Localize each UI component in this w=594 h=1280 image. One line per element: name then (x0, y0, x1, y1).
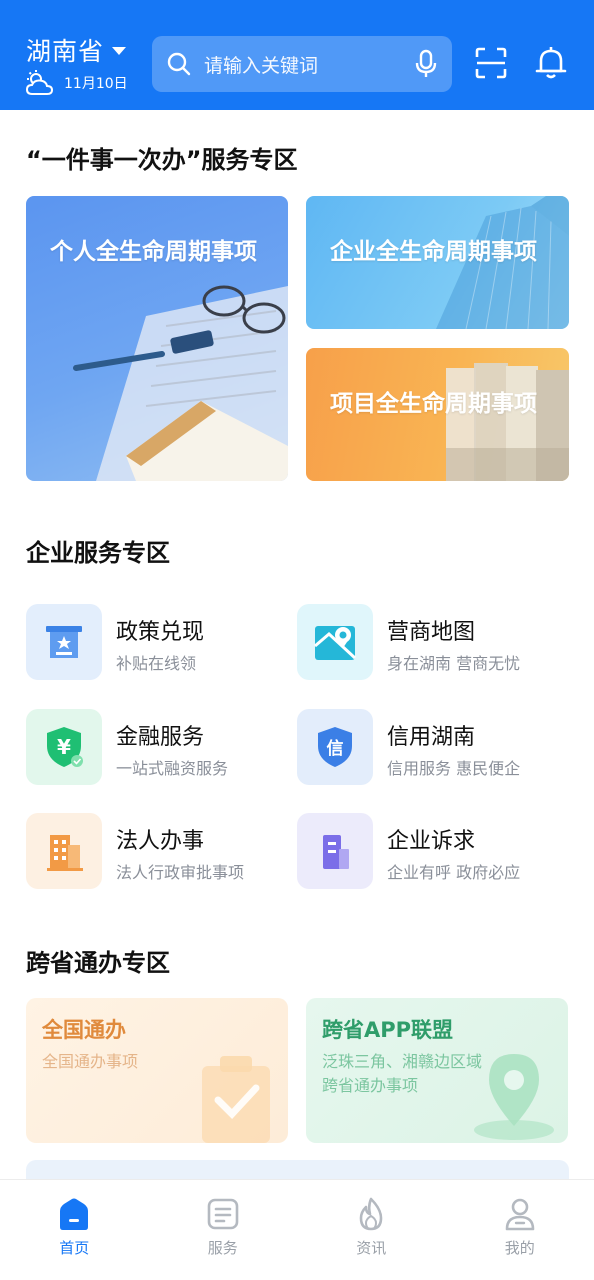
national-service-card[interactable]: 全国通办 全国通办事项 (26, 998, 288, 1143)
nav-profile[interactable]: 我的 (446, 1180, 594, 1280)
document-list-icon (207, 1198, 239, 1230)
service-title: 金融服务 (116, 725, 205, 750)
service-credit-hunan[interactable]: 信 信用湖南 信用服务 惠民便企 (297, 709, 567, 789)
service-subtitle: 补贴在线领 (116, 654, 197, 673)
flame-icon (359, 1197, 383, 1231)
service-title: 企业诉求 (387, 829, 476, 854)
personal-lifecycle-card[interactable]: 个人全生命周期事项 (26, 196, 288, 481)
section-title-one-thing: “一件事一次办”服务专区 (26, 146, 298, 174)
service-legal-person[interactable]: 法人办事 法人行政审批事项 (26, 813, 296, 893)
service-subtitle: 法人行政审批事项 (116, 863, 245, 882)
enterprise-lifecycle-card[interactable]: 企业全生命周期事项 (306, 196, 569, 329)
bell-icon[interactable] (535, 46, 567, 80)
nav-services-label: 服务 (207, 1239, 238, 1257)
service-subtitle: 一站式融资服务 (116, 759, 229, 778)
user-icon (505, 1198, 535, 1231)
building-icon (26, 813, 102, 889)
section-title-cross-province: 跨省通办专区 (26, 949, 170, 977)
date-text: 11月10日 (64, 76, 128, 92)
service-finance[interactable]: ¥ 金融服务 一站式融资服务 (26, 709, 296, 789)
service-policy[interactable]: 政策兑现 补贴在线领 (26, 604, 296, 684)
caret-down-icon (112, 47, 127, 55)
enterprise-lifecycle-label: 企业全生命周期事项 (330, 239, 537, 265)
personal-lifecycle-label: 个人全生命周期事项 (50, 239, 257, 265)
service-subtitle: 信用服务 惠民便企 (387, 759, 521, 778)
credit-shield-icon: 信 (297, 709, 373, 785)
service-enterprise-appeal[interactable]: 企业诉求 企业有呼 政府必应 (297, 813, 567, 893)
svg-text:¥: ¥ (57, 735, 71, 759)
app-alliance-title: 跨省APP联盟 (322, 1018, 454, 1042)
region-selector[interactable]: 湖南省 (26, 32, 127, 68)
national-service-subtitle: 全国通办事项 (42, 1052, 139, 1071)
service-title: 法人办事 (116, 829, 205, 854)
scan-icon[interactable] (474, 46, 508, 80)
yuan-shield-icon: ¥ (26, 709, 102, 785)
bottom-navigation: 首页 服务 资讯 我的 (0, 1179, 594, 1280)
project-lifecycle-card[interactable]: 项目全生命周期事项 (306, 348, 569, 481)
svg-text:信: 信 (327, 738, 344, 759)
nav-home[interactable]: 首页 (0, 1180, 149, 1280)
search-bar[interactable]: 请输入关键词 (152, 36, 452, 92)
home-icon (60, 1198, 89, 1230)
policy-award-icon (26, 604, 102, 680)
search-icon (167, 52, 191, 76)
service-subtitle: 身在湖南 营商无忧 (387, 654, 521, 673)
national-service-title: 全国通办 (42, 1018, 126, 1042)
app-alliance-card[interactable]: 跨省APP联盟 泛珠三角、湘赣边区域跨省通办事项 (306, 998, 568, 1143)
top-header: 湖南省 11月10日 请输入关键词 (0, 0, 594, 110)
region-name: 湖南省 (26, 37, 105, 66)
service-subtitle: 企业有呼 政府必应 (387, 863, 521, 882)
service-title: 政策兑现 (116, 620, 205, 645)
enterprise-building-icon (297, 813, 373, 889)
nav-news[interactable]: 资讯 (297, 1180, 446, 1280)
nav-news-label: 资讯 (356, 1239, 387, 1257)
map-pin-icon (297, 604, 373, 680)
project-lifecycle-label: 项目全生命周期事项 (330, 391, 537, 417)
service-title: 营商地图 (387, 620, 476, 645)
microphone-icon[interactable] (414, 49, 438, 79)
section-title-enterprise: 企业服务专区 (26, 539, 170, 567)
app-alliance-subtitle: 泛珠三角、湘赣边区域跨省通办事项 (322, 1052, 483, 1095)
nav-profile-label: 我的 (504, 1239, 535, 1257)
search-input[interactable]: 请输入关键词 (204, 51, 414, 78)
service-title: 信用湖南 (387, 725, 476, 750)
nav-services[interactable]: 服务 (149, 1180, 298, 1280)
cloudy-weather-icon (26, 70, 54, 95)
weather-date: 11月10日 (26, 70, 128, 96)
service-business-map[interactable]: 营商地图 身在湖南 营商无忧 (297, 604, 567, 684)
nav-home-label: 首页 (59, 1239, 90, 1257)
